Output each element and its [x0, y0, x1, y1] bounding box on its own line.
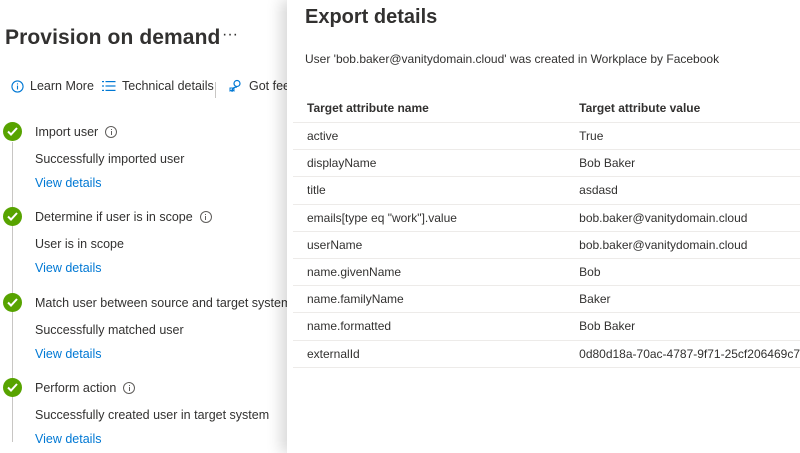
- attribute-name: title: [293, 176, 580, 205]
- attribute-value: bob.baker@vanitydomain.cloud: [579, 231, 800, 259]
- attribute-value: Baker: [579, 285, 800, 314]
- view-details-link[interactable]: View details: [35, 261, 101, 275]
- info-icon: [11, 79, 24, 93]
- panel-title: Export details: [305, 6, 438, 28]
- table-row: name.givenName Bob: [293, 258, 800, 287]
- attribute-name: name.givenName: [293, 258, 580, 287]
- view-details-link[interactable]: View details: [35, 347, 101, 361]
- toolbar-divider: [215, 82, 216, 98]
- step-description: Successfully matched user: [35, 323, 184, 337]
- attribute-name: active: [293, 122, 580, 151]
- attribute-value: Bob: [579, 258, 800, 287]
- success-check-icon: [3, 378, 22, 397]
- info-icon[interactable]: [105, 126, 118, 138]
- learn-more-label: Learn More: [30, 79, 94, 93]
- attribute-value: asdasd: [579, 176, 800, 205]
- step-description: Successfully created user in target syst…: [35, 408, 270, 422]
- success-check-icon: [3, 207, 22, 226]
- column-header-name: Target attribute name: [293, 94, 580, 123]
- timeline-connector: [12, 142, 13, 442]
- info-icon[interactable]: [199, 211, 212, 223]
- step-title: Import user: [35, 125, 118, 139]
- step-title-label: Import user: [35, 125, 99, 139]
- attribute-value: 0d80d18a-70ac-4787-9f71-25cf206469c7: [579, 340, 800, 368]
- view-details-link[interactable]: View details: [35, 432, 101, 446]
- table-header-row: Target attribute name Target attribute v…: [293, 94, 800, 123]
- export-status-message: User 'bob.baker@vanitydomain.cloud' was …: [305, 52, 720, 66]
- table-row: name.formatted Bob Baker: [293, 312, 800, 341]
- command-bar: Learn More Technical details Got feedbac…: [0, 79, 330, 101]
- table-row: displayName Bob Baker: [293, 149, 800, 178]
- success-check-icon: [3, 293, 22, 312]
- feedback-icon: [229, 79, 241, 93]
- step-title: Perform action: [35, 381, 136, 395]
- attributes-table: Target attribute name Target attribute v…: [293, 94, 800, 368]
- page-title: Provision on demand: [5, 26, 221, 49]
- attribute-value: bob.baker@vanitydomain.cloud: [579, 204, 800, 232]
- table-row: externalId 0d80d18a-70ac-4787-9f71-25cf20…: [293, 340, 800, 368]
- provision-page: Provision on demand ··· Learn More Techn…: [0, 0, 330, 453]
- attribute-value: Bob Baker: [579, 312, 800, 341]
- step-description: User is in scope: [35, 237, 124, 251]
- step-title: Determine if user is in scope: [35, 210, 212, 224]
- attribute-value: True: [579, 122, 800, 151]
- attribute-value: Bob Baker: [579, 149, 800, 178]
- step-title: Match user between source and target sys…: [35, 296, 311, 310]
- learn-more-button[interactable]: Learn More: [11, 79, 94, 93]
- export-details-panel: Export details User 'bob.baker@vanitydom…: [287, 0, 800, 453]
- attribute-name: displayName: [293, 149, 580, 178]
- step-title-label: Match user between source and target sys…: [35, 296, 292, 310]
- table-row: title asdasd: [293, 176, 800, 205]
- technical-details-label: Technical details: [122, 79, 214, 93]
- table-row: userName bob.baker@vanitydomain.cloud: [293, 231, 800, 259]
- table-row: emails[type eq "work"].value bob.baker@va…: [293, 204, 800, 232]
- attribute-name: name.familyName: [293, 285, 580, 314]
- attribute-name: name.formatted: [293, 312, 580, 341]
- technical-details-button[interactable]: Technical details: [102, 79, 214, 93]
- success-check-icon: [3, 122, 22, 141]
- attribute-name: externalId: [293, 340, 580, 368]
- attribute-name: emails[type eq "work"].value: [293, 204, 580, 232]
- step-description: Successfully imported user: [35, 152, 185, 166]
- info-icon[interactable]: [123, 382, 136, 394]
- more-options-button[interactable]: ···: [222, 26, 238, 44]
- column-header-value: Target attribute value: [579, 94, 800, 123]
- step-title-label: Determine if user is in scope: [35, 210, 193, 224]
- view-details-link[interactable]: View details: [35, 176, 101, 190]
- table-row: name.familyName Baker: [293, 285, 800, 314]
- step-title-label: Perform action: [35, 381, 117, 395]
- list-icon: [102, 81, 116, 91]
- table-row: active True: [293, 122, 800, 151]
- attribute-name: userName: [293, 231, 580, 259]
